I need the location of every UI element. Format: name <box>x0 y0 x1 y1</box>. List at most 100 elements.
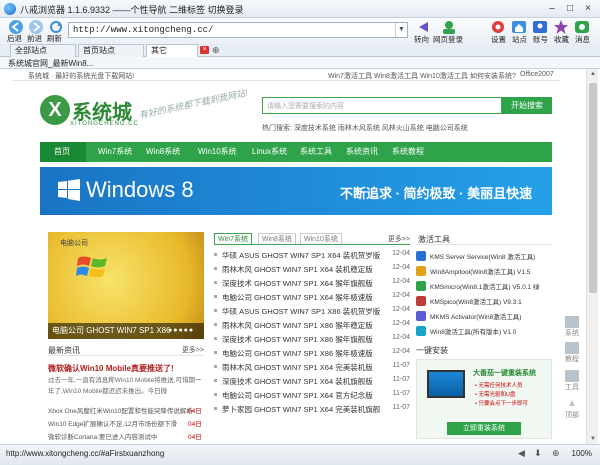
star-icon[interactable] <box>552 19 570 35</box>
sites-icon[interactable] <box>510 19 528 35</box>
download-name[interactable]: 华硕 ASUS GHOST WIN7 SP1 X64 装机贺岁版 <box>222 250 380 261</box>
top-link-win10[interactable]: Win10激活工具 <box>420 71 468 81</box>
scroll-thumb[interactable] <box>589 83 597 293</box>
minimize-button[interactable]: – <box>544 2 560 15</box>
top-link-win7[interactable]: Win7激活工具 <box>328 71 372 81</box>
tool-name[interactable]: Win8Ampitool(Win8激活工具) V1.5 <box>430 266 530 276</box>
download-name[interactable]: 萝卜家园 GHOST WIN7 SP1 X64 完美装机旗舰 <box>222 404 380 415</box>
download-name[interactable]: 深度技术 GHOST WIN7 SP1 X64 猴年旗舰版 <box>222 278 373 289</box>
tab-win7-system[interactable]: Win7系统 <box>214 233 252 244</box>
download-date: 12-04 <box>392 278 410 285</box>
slideshow-dots[interactable]: ●●●●● <box>168 327 194 334</box>
nav-news[interactable]: 系统资讯 <box>346 146 378 157</box>
nav-win7[interactable]: Win7系统 <box>98 146 132 157</box>
search-button[interactable]: 开始搜索 <box>502 97 552 114</box>
latest-news-more[interactable]: 更多>> <box>182 345 204 355</box>
download-name[interactable]: 深度技术 GHOST WIN7 SP1 X86 猴年旗舰版 <box>222 334 373 345</box>
download-name[interactable]: 雨林木风 GHOST WIN7 SP1 X64 完美装机版 <box>222 362 373 373</box>
download-row[interactable]: 深度技术 GHOST WIN7 SP1 X64 猴年旗舰版 12-04 <box>214 277 410 290</box>
top-link-install[interactable]: 如何安装系统? <box>470 71 516 81</box>
side-tools[interactable]: 工具 <box>560 370 584 392</box>
site-login-icon[interactable] <box>440 19 458 35</box>
news-item[interactable]: Xbox One风靡红米Win10配置和性能突降传说解析 <box>48 405 193 415</box>
logo-icon[interactable]: X <box>40 95 70 125</box>
hot-searches[interactable]: 热门搜索: 深度技术系统 雨林木风系统 风林火山系统 电脑公司系统 <box>262 123 468 133</box>
redirect-icon[interactable] <box>414 19 432 35</box>
tool-item[interactable]: Win8Ampitool(Win8激活工具) V1.5 <box>416 264 552 278</box>
download-row[interactable]: 华硕 ASUS GHOST WIN7 SP1 X86 装机贺岁版 12-04 <box>214 305 410 318</box>
download-row[interactable]: 雨林木风 GHOST WIN7 SP1 X64 装机稳定版 12-04 <box>214 263 410 276</box>
download-name[interactable]: 雨林木风 GHOST WIN7 SP1 X86 猴年稳定版 <box>222 320 373 331</box>
top-link-win8[interactable]: Win8激活工具 <box>374 71 418 81</box>
tool-item[interactable]: KMSpico(Win8激活工具) V9.3.1 <box>416 294 552 308</box>
tool-item[interactable]: KMSmicro(Win8.1激活工具) V5.0.1 绿 <box>416 279 552 293</box>
feature-slideshow[interactable]: 电脑公司 电脑公司 GHOST WIN7 SP1 X86 ●●●●● <box>48 232 204 339</box>
download-name[interactable]: 电脑公司 GHOST WIN7 SP1 X86 猴年极速版 <box>222 348 373 359</box>
download-row[interactable]: 电脑公司 GHOST WIN7 SP1 X64 猴年极速版 12-04 <box>214 291 410 304</box>
download-icon[interactable]: ⬇ <box>534 448 542 459</box>
zoom-icon[interactable]: ⊕ <box>552 448 560 459</box>
tab-home-sites[interactable]: 首页站点 <box>78 44 144 57</box>
side-tutorials[interactable]: 教程 <box>560 342 584 364</box>
address-bar[interactable]: http://www.xitongcheng.cc/ ▼ <box>68 22 408 38</box>
news-item[interactable]: Win10 Edge扩展确认不足,12月市场份额下滑 <box>48 418 177 428</box>
tab-win8-system[interactable]: Win8系统 <box>258 233 296 244</box>
zoom-level[interactable]: 100% <box>572 449 592 458</box>
download-name[interactable]: 华硕 ASUS GHOST WIN7 SP1 X86 装机贺岁版 <box>222 306 380 317</box>
tool-name[interactable]: KMSmicro(Win8.1激活工具) V5.0.1 绿 <box>430 281 539 291</box>
download-row[interactable]: 电脑公司 GHOST WIN7 SP1 X86 猴年极速版 12-04 <box>214 347 410 360</box>
account-icon[interactable] <box>531 19 549 35</box>
new-tab-icon[interactable]: ⊕ <box>212 45 220 56</box>
nav-home[interactable]: 首页 <box>54 146 70 157</box>
chevron-down-icon[interactable]: ▼ <box>395 23 407 37</box>
download-row[interactable]: 深度技术 GHOST WIN7 SP1 X64 装机旗舰版 11-07 <box>214 375 410 388</box>
install-ad[interactable]: 大番茄一键重装系统 • 无需任何技术人员 • 无需光驱和U盘 • 只要会点下一步… <box>416 359 552 439</box>
vertical-scrollbar[interactable]: ▲ ▼ <box>586 69 598 444</box>
nav-linux[interactable]: Linux系统 <box>252 146 287 157</box>
system-more[interactable]: 更多>> <box>388 234 410 244</box>
close-tab-icon[interactable]: × <box>200 46 209 54</box>
site-search-input[interactable]: 请输入您需要搜索的内容 <box>262 97 502 114</box>
tool-item[interactable]: MKMS Activator(Win8激活工具) <box>416 309 552 323</box>
download-row[interactable]: 电脑公司 GHOST WIN7 SP1 X64 官方纪念版 11-07 <box>214 389 410 402</box>
news-item[interactable]: 微软诊断Cortana:要已进入内容测试中 <box>48 431 157 441</box>
tab-all-sites[interactable]: 全部站点 <box>10 44 76 57</box>
tab-other[interactable]: 其它 <box>146 44 198 57</box>
tool-name[interactable]: MKMS Activator(Win8激活工具) <box>430 311 521 321</box>
nav-tools[interactable]: 系统工具 <box>300 146 332 157</box>
download-row[interactable]: 雨林木风 GHOST WIN7 SP1 X86 猴年稳定版 12-04 <box>214 319 410 332</box>
maximize-button[interactable]: □ <box>562 2 578 15</box>
download-name[interactable]: 深度技术 GHOST WIN7 SP1 X64 装机旗舰版 <box>222 376 373 387</box>
side-top[interactable]: ▲ 顶部 <box>560 398 584 420</box>
download-row[interactable]: 华硕 ASUS GHOST WIN7 SP1 X64 装机贺岁版 12-04 <box>214 249 410 262</box>
scroll-up-icon[interactable]: ▲ <box>587 69 599 79</box>
tool-name[interactable]: KMS Server Service(Win8 激活工具) <box>430 251 535 261</box>
address-url[interactable]: http://www.xitongcheng.cc/ <box>73 25 213 35</box>
windows8-banner[interactable]: Windows 8 不断追求 · 简约极致 · 美丽且快速 <box>40 167 552 215</box>
speaker-icon[interactable]: ◀ <box>518 448 525 459</box>
news-date: 04日 <box>188 434 202 441</box>
top-link-office[interactable]: Office2007 <box>520 71 554 78</box>
download-row[interactable]: 雨林木风 GHOST WIN7 SP1 X64 完美装机版 11-07 <box>214 361 410 374</box>
download-name[interactable]: 电脑公司 GHOST WIN7 SP1 X64 官方纪念版 <box>222 390 373 401</box>
download-name[interactable]: 雨林木风 GHOST WIN7 SP1 X64 装机稳定版 <box>222 264 373 275</box>
nav-tutorials[interactable]: 系统教程 <box>392 146 424 157</box>
message-icon[interactable] <box>573 19 591 35</box>
download-row[interactable]: 深度技术 GHOST WIN7 SP1 X86 猴年旗舰版 12-04 <box>214 333 410 346</box>
gear-icon[interactable] <box>489 19 507 35</box>
tool-item[interactable]: KMS Server Service(Win8 激活工具) <box>416 249 552 263</box>
tab-win10-system[interactable]: Win10系统 <box>300 233 342 244</box>
scroll-down-icon[interactable]: ▼ <box>587 434 599 444</box>
tool-name[interactable]: KMSpico(Win8激活工具) V9.3.1 <box>430 296 522 306</box>
tool-name[interactable]: Win8激活工具(所有版本) V1.0 <box>430 326 516 336</box>
favorite-item[interactable]: 系统城官网_最新Win8... <box>8 58 93 69</box>
install-now-button[interactable]: 立即重装系统 <box>447 422 521 435</box>
close-window-button[interactable]: × <box>580 2 596 15</box>
nav-win10[interactable]: Win10系统 <box>198 146 237 157</box>
download-name[interactable]: 电脑公司 GHOST WIN7 SP1 X64 猴年极速版 <box>222 292 373 303</box>
nav-win8[interactable]: Win8系统 <box>146 146 180 157</box>
side-system[interactable]: 系统 <box>560 316 584 338</box>
tool-item[interactable]: Win8激活工具(所有版本) V1.0 <box>416 324 552 338</box>
download-row[interactable]: 萝卜家园 GHOST WIN7 SP1 X64 完美装机旗舰 11-07 <box>214 403 410 416</box>
lead-news-title[interactable]: 微软确认Win10 Mobile真要推送了! <box>48 363 174 374</box>
